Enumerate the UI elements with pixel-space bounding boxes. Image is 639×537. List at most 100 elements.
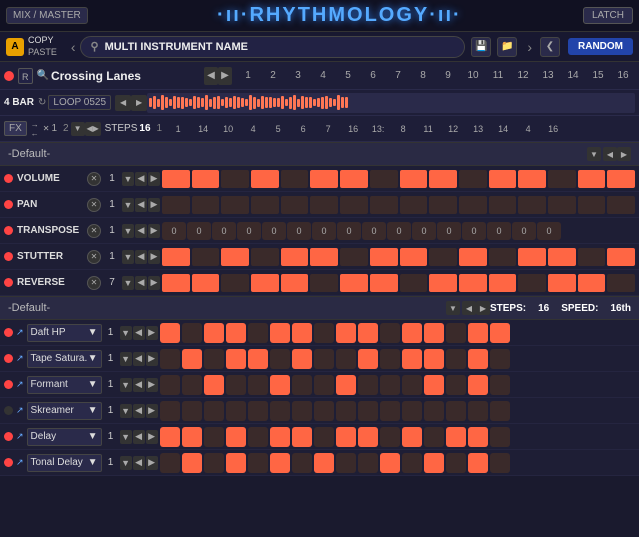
inst-seq-cell[interactable] xyxy=(248,453,268,473)
skreamer-down[interactable]: ▼ xyxy=(120,404,132,418)
inst-seq-cell[interactable] xyxy=(226,401,246,421)
tape-satura-right[interactable]: ▶ xyxy=(146,352,158,366)
inst-seq-cell[interactable] xyxy=(468,349,488,369)
inst-seq-cell[interactable] xyxy=(204,323,224,343)
seq-cell[interactable] xyxy=(578,274,606,292)
loop-size-up[interactable]: ◀▶ xyxy=(85,122,101,136)
seq-cell[interactable] xyxy=(281,170,309,188)
inst-seq-cell[interactable] xyxy=(270,349,290,369)
inst-seq-cell[interactable] xyxy=(182,401,202,421)
inst-seq-cell[interactable] xyxy=(490,375,510,395)
inst-seq-cell[interactable] xyxy=(446,349,466,369)
inst-seq-cell[interactable] xyxy=(358,323,378,343)
inst-seq-cell[interactable] xyxy=(248,349,268,369)
seq-cell[interactable] xyxy=(370,248,398,266)
daft-hp-right[interactable]: ▶ xyxy=(146,326,158,340)
inst-seq-cell[interactable] xyxy=(380,453,400,473)
inst-seq-cell[interactable] xyxy=(446,375,466,395)
tonal-delay-right[interactable]: ▶ xyxy=(146,456,158,470)
seq-cell[interactable] xyxy=(251,248,279,266)
tonal-delay-dropdown[interactable]: Tonal Delay▼ xyxy=(27,454,102,472)
latch-button[interactable]: LATCH xyxy=(583,7,633,24)
inst-seq-cell[interactable] xyxy=(226,427,246,447)
seq-cell[interactable] xyxy=(518,274,546,292)
seq-cell[interactable] xyxy=(162,274,190,292)
pan-right[interactable]: ▶ xyxy=(148,198,160,212)
inst-seq-cell[interactable] xyxy=(182,375,202,395)
nav-left-arrow[interactable]: ‹ xyxy=(71,39,76,55)
seq-cell[interactable] xyxy=(489,196,517,214)
inst-seq-cell[interactable] xyxy=(292,375,312,395)
seq-cell[interactable] xyxy=(400,196,428,214)
inst-seq-cell[interactable] xyxy=(270,323,290,343)
inst-seq-cell[interactable] xyxy=(468,427,488,447)
inst-seq-cell[interactable] xyxy=(314,323,334,343)
stutter-right[interactable]: ▶ xyxy=(148,250,160,264)
loop-name[interactable]: LOOP 0525 xyxy=(48,95,111,110)
inst-seq-cell[interactable] xyxy=(380,375,400,395)
pan-down[interactable]: ▼ xyxy=(122,198,134,212)
folder-icon-button[interactable]: 📁 xyxy=(497,37,517,57)
volume-left[interactable]: ◀ xyxy=(135,172,147,186)
inst-seq-cell[interactable] xyxy=(292,401,312,421)
inst-seq-cell[interactable] xyxy=(402,453,422,473)
daft-hp-dropdown[interactable]: Daft HP▼ xyxy=(27,324,102,342)
inst-seq-cell[interactable] xyxy=(424,453,444,473)
seq-cell[interactable] xyxy=(221,274,249,292)
inst-seq-cell[interactable] xyxy=(336,375,356,395)
inst-seq-cell[interactable] xyxy=(468,323,488,343)
inst-seq-cell[interactable] xyxy=(380,401,400,421)
inst-seq-cell[interactable] xyxy=(182,427,202,447)
seq-cell[interactable] xyxy=(459,196,487,214)
reverse-down[interactable]: ▼ xyxy=(122,276,134,290)
preset-prev[interactable]: ◀ xyxy=(204,67,218,85)
inst-seq-cell[interactable] xyxy=(336,323,356,343)
inst-seq-cell[interactable] xyxy=(204,401,224,421)
seq-cell[interactable] xyxy=(518,196,546,214)
delay-down[interactable]: ▼ xyxy=(120,430,132,444)
inst-seq-cell[interactable] xyxy=(380,323,400,343)
seq-cell[interactable] xyxy=(192,196,220,214)
seq-cell[interactable] xyxy=(518,248,546,266)
seq-cell[interactable] xyxy=(429,248,457,266)
inst-seq-cell[interactable] xyxy=(314,375,334,395)
seq-cell[interactable] xyxy=(340,196,368,214)
seq-cell[interactable] xyxy=(607,274,635,292)
inst-seq-cell[interactable] xyxy=(358,401,378,421)
inst-seq-cell[interactable] xyxy=(380,349,400,369)
seq-cell[interactable] xyxy=(192,170,220,188)
seq-cell[interactable] xyxy=(578,170,606,188)
seq-cell[interactable] xyxy=(429,170,457,188)
inst-seq-cell[interactable] xyxy=(160,349,180,369)
volume-x-button[interactable]: ✕ xyxy=(87,172,101,186)
delay-dropdown[interactable]: Delay▼ xyxy=(27,428,102,446)
seq-cell[interactable] xyxy=(281,274,309,292)
inst-seq-cell[interactable] xyxy=(336,349,356,369)
skreamer-dropdown[interactable]: Skreamer▼ xyxy=(27,402,102,420)
seq-cell[interactable] xyxy=(310,274,338,292)
inst-seq-cell[interactable] xyxy=(358,427,378,447)
transpose-x-button[interactable]: ✕ xyxy=(87,224,101,238)
inst-seq-cell[interactable] xyxy=(380,427,400,447)
mix-master-button[interactable]: MIX / MASTER xyxy=(6,7,88,24)
seq-cell[interactable] xyxy=(400,248,428,266)
inst-seq-cell[interactable] xyxy=(204,375,224,395)
pan-left[interactable]: ◀ xyxy=(135,198,147,212)
seq-cell[interactable] xyxy=(340,248,368,266)
seq-cell[interactable] xyxy=(459,274,487,292)
inst-seq-cell[interactable] xyxy=(204,427,224,447)
loop-size-down[interactable]: ▼ xyxy=(71,122,85,136)
inst-seq-cell[interactable] xyxy=(160,453,180,473)
skreamer-left[interactable]: ◀ xyxy=(133,404,145,418)
save-icon-button[interactable]: 💾 xyxy=(471,37,491,57)
daft-hp-left[interactable]: ◀ xyxy=(133,326,145,340)
inst-seq-cell[interactable] xyxy=(248,401,268,421)
inst-seq-cell[interactable] xyxy=(292,323,312,343)
bottom-section-prev[interactable]: ◀ xyxy=(462,301,476,315)
seq-cell[interactable] xyxy=(251,170,279,188)
seq-cell[interactable] xyxy=(459,248,487,266)
inst-seq-cell[interactable] xyxy=(424,375,444,395)
seq-cell[interactable] xyxy=(340,274,368,292)
inst-seq-cell[interactable] xyxy=(248,323,268,343)
inst-seq-cell[interactable] xyxy=(248,427,268,447)
